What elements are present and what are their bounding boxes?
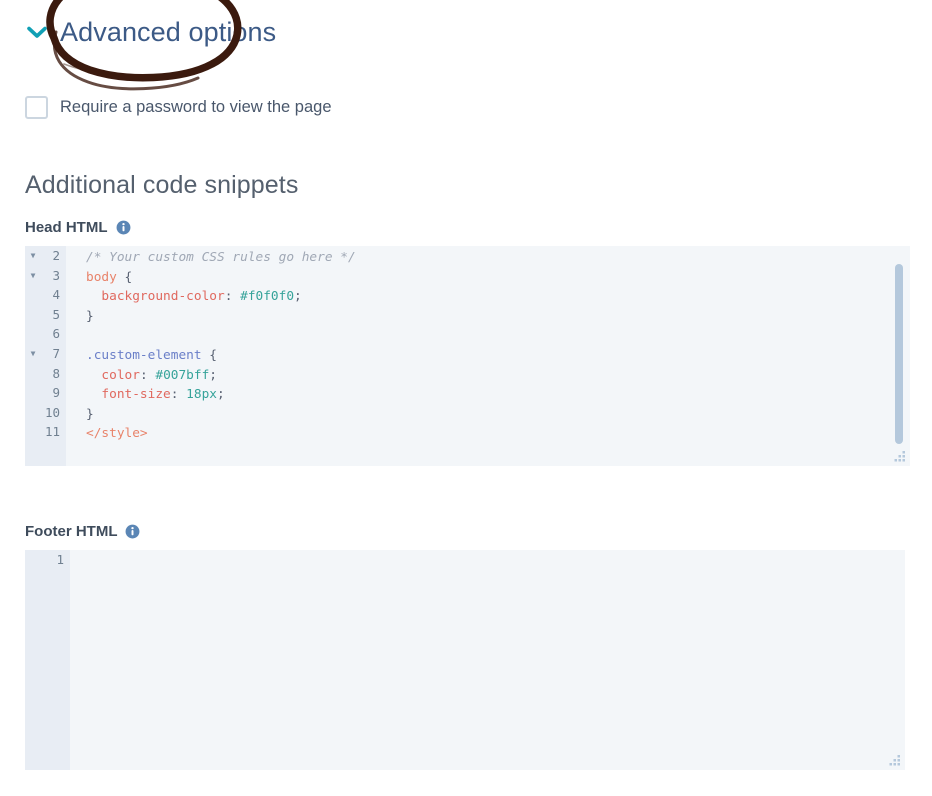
footer-html-label-text: Footer HTML <box>25 523 118 540</box>
gutter-line-number: ▼ 3 <box>25 266 66 286</box>
head-editor-code-area[interactable]: /* Your custom CSS rules go here */ body … <box>66 246 910 466</box>
code-token-prop: background-color <box>86 289 225 305</box>
code-token-comment: /* Your custom CSS rules go here */ <box>86 250 356 265</box>
head-html-code-editor[interactable]: ▼ 2 ▼ 3 4 5 6 ▼ 7 8 9 10 11 /* Your custom CSS rules… <box>25 246 910 466</box>
info-circle-icon[interactable] <box>116 220 131 235</box>
code-token-punct: { <box>116 269 133 285</box>
head-editor-gutter: ▼ 2 ▼ 3 4 5 6 ▼ 7 8 9 10 11 <box>25 246 66 466</box>
gutter-line-number: ▼ 2 <box>25 246 66 266</box>
footer-editor-gutter: 1 <box>25 550 70 770</box>
code-token-prop: color <box>86 367 140 383</box>
code-token-punct: { <box>201 347 217 363</box>
require-password-label: Require a password to view the page <box>60 98 332 116</box>
code-line: /* Your custom CSS rules go here */ <box>86 248 910 268</box>
require-password-checkbox-row[interactable]: Require a password to view the page <box>25 96 332 119</box>
code-token-punct: } <box>86 308 94 324</box>
info-circle-icon[interactable] <box>125 524 140 539</box>
code-token-punct: : <box>170 387 187 403</box>
gutter-line-number: 10 <box>44 404 60 420</box>
code-line: font-size: 18px; <box>86 385 910 405</box>
code-fold-toggle-icon[interactable]: ▼ <box>28 266 38 286</box>
gutter-line-number: ▼ 7 <box>25 344 66 364</box>
footer-html-code-editor[interactable]: 1 <box>25 550 905 770</box>
code-line: .custom-element { <box>86 346 910 366</box>
gutter-line-number: 6 <box>52 326 60 342</box>
head-editor-scrollbar[interactable] <box>895 264 903 444</box>
head-editor-resize-grip[interactable] <box>894 450 906 462</box>
code-token-value: 18px <box>186 387 217 403</box>
require-password-checkbox[interactable] <box>25 96 48 119</box>
code-fold-toggle-icon[interactable]: ▼ <box>28 344 38 364</box>
advanced-options-title: Advanced options <box>60 16 277 47</box>
page-section-title: Additional code snippets <box>25 171 299 199</box>
code-token-punct: ; <box>209 367 218 383</box>
code-token-punct: ; <box>217 387 225 403</box>
code-token-tag: body <box>86 269 117 285</box>
code-token-value: #007bff <box>155 367 210 383</box>
head-html-label: Head HTML <box>25 219 131 236</box>
footer-editor-resize-grip[interactable] <box>889 754 901 766</box>
code-token-punct: : <box>139 367 156 383</box>
footer-html-label: Footer HTML <box>25 523 140 540</box>
code-line: </style> <box>86 424 910 444</box>
code-line: } <box>86 405 910 425</box>
code-token-punct: ; <box>294 289 302 305</box>
code-fold-toggle-icon[interactable]: ▼ <box>28 246 38 266</box>
code-token-selector: .custom-element <box>86 347 202 363</box>
code-line: background-color: #f0f0f0; <box>86 287 910 307</box>
code-line: body { <box>86 268 910 288</box>
gutter-line-number: 8 <box>52 365 60 381</box>
code-token-tag: </style> <box>86 426 148 442</box>
gutter-line-number: 5 <box>52 306 60 322</box>
gutter-line-number: 9 <box>52 385 60 401</box>
code-token-punct: } <box>86 406 94 422</box>
code-line: color: #007bff; <box>86 366 910 386</box>
code-token-punct: : <box>224 289 241 305</box>
code-token-value: #f0f0f0 <box>240 289 295 305</box>
code-line: } <box>86 307 910 327</box>
head-html-label-text: Head HTML <box>25 219 108 236</box>
advanced-options-header[interactable]: Advanced options <box>24 12 276 52</box>
footer-editor-code-area[interactable] <box>70 550 905 770</box>
gutter-line-number: 1 <box>56 552 64 567</box>
gutter-line-number: 4 <box>52 287 60 303</box>
code-token-prop: font-size <box>86 387 171 403</box>
gutter-line-number: 11 <box>44 424 60 440</box>
chevron-down-icon[interactable] <box>24 19 50 45</box>
